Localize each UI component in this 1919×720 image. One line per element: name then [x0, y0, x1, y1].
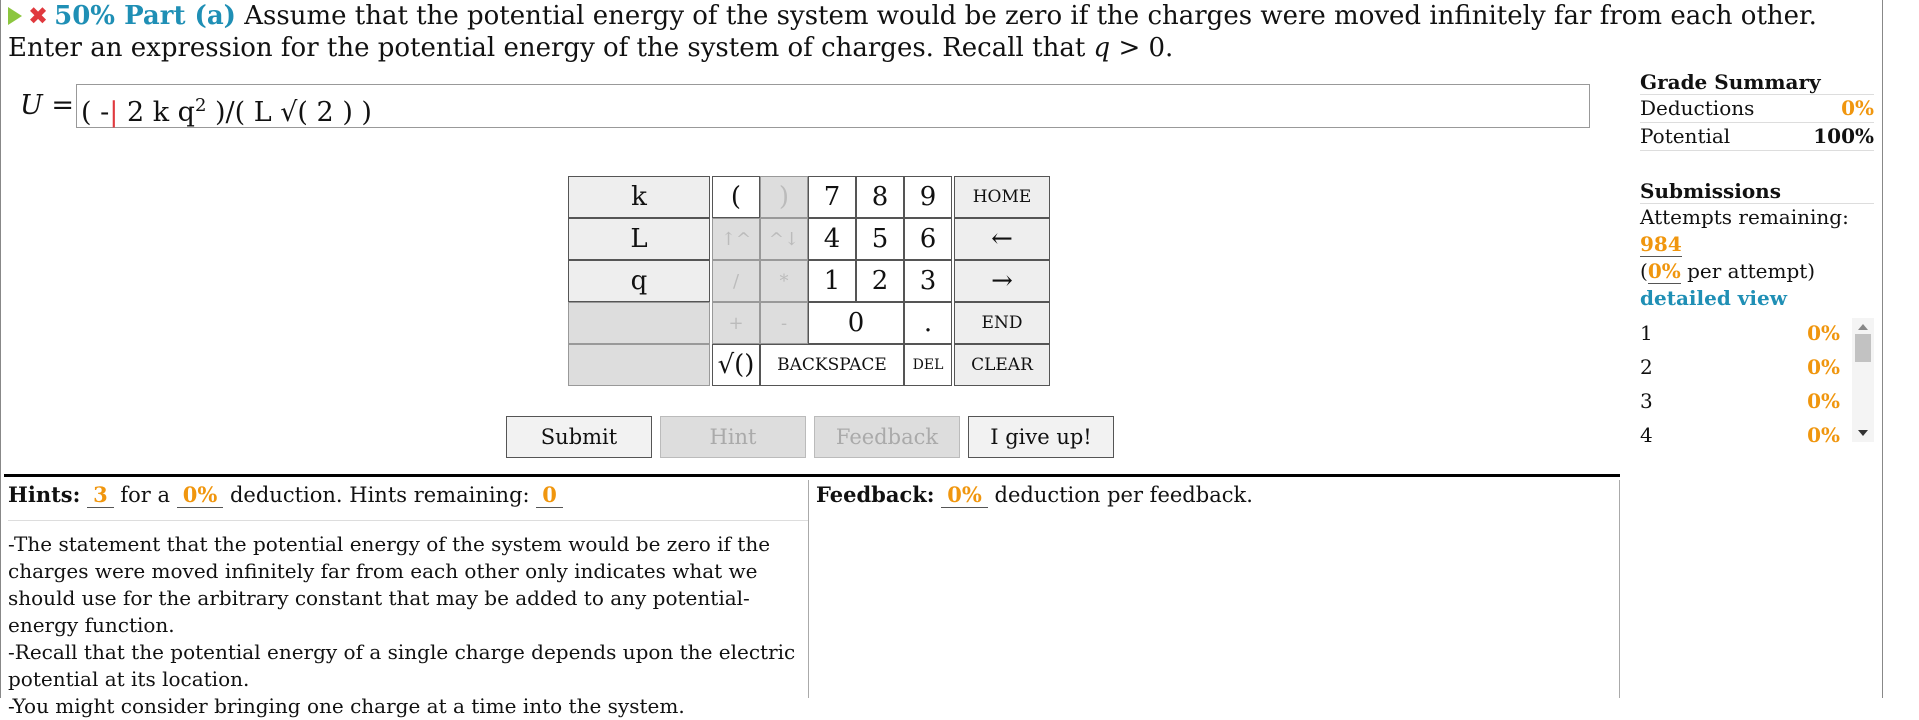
hint-item: -You might consider bringing one charge … — [8, 694, 685, 718]
feedback-button: Feedback — [814, 416, 960, 458]
scroll-thumb[interactable] — [1855, 334, 1871, 362]
hints-summary: Hints: 3 for a 0% deduction. Hints remai… — [8, 480, 808, 510]
key-L[interactable]: L — [568, 218, 710, 260]
key-right-arrow[interactable]: → — [954, 260, 1050, 302]
key-divide: / — [712, 260, 760, 302]
submit-button[interactable]: Submit — [506, 416, 652, 458]
key-minus: - — [760, 302, 808, 344]
key-left-arrow[interactable]: ← — [954, 218, 1050, 260]
key-plus: + — [712, 302, 760, 344]
submission-list: 1 0% 2 0% 3 0% 4 0% — [1640, 318, 1874, 447]
submission-row: 1 0% — [1640, 321, 1840, 345]
key-multiply: * — [760, 260, 808, 302]
answer-label: U = — [20, 90, 74, 121]
key-close-paren: ) — [760, 176, 808, 218]
key-5[interactable]: 5 — [856, 218, 904, 260]
detailed-view-link[interactable]: detailed view — [1640, 285, 1874, 312]
key-empty-2 — [568, 344, 710, 386]
hints-panel: Hints: 3 for a 0% deduction. Hints remai… — [8, 480, 809, 718]
deductions-row: Deductions 0% — [1640, 95, 1874, 123]
scroll-down-icon[interactable] — [1858, 430, 1868, 436]
submissions-title: Submissions — [1640, 179, 1874, 204]
key-6[interactable]: 6 — [904, 218, 952, 260]
play-icon[interactable] — [8, 7, 22, 25]
feedback-summary: Feedback: 0% deduction per feedback. — [816, 482, 1253, 508]
submission-row: 2 0% — [1640, 355, 1840, 379]
question-header: ✖ 50% Part (a) Assume that the potential … — [8, 0, 1888, 64]
feedback-panel: Feedback: 0% deduction per feedback. — [816, 480, 1620, 698]
key-0[interactable]: 0 — [808, 302, 904, 344]
key-3[interactable]: 3 — [904, 260, 952, 302]
section-divider — [4, 474, 1620, 477]
key-end[interactable]: END — [954, 302, 1050, 344]
key-9[interactable]: 9 — [904, 176, 952, 218]
key-up-arrow: ↑^ — [712, 218, 760, 260]
attempts-remaining: Attempts remaining: 984 — [1640, 205, 1849, 257]
answer-input[interactable]: ( -| 2 k q2 )/( L √( 2 ) ) — [76, 84, 1590, 128]
key-empty-1 — [568, 302, 710, 344]
hint-item: -Recall that the potential energy of a s… — [8, 640, 796, 691]
hint-button: Hint — [660, 416, 806, 458]
key-open-paren[interactable]: ( — [712, 176, 760, 218]
key-8[interactable]: 8 — [856, 176, 904, 218]
grade-summary-title: Grade Summary — [1640, 70, 1874, 95]
submission-row: 4 0% — [1640, 423, 1840, 447]
per-attempt: (0% per attempt) — [1640, 259, 1816, 284]
potential-row: Potential 100% — [1640, 123, 1874, 151]
key-2[interactable]: 2 — [856, 260, 904, 302]
key-backspace[interactable]: BACKSPACE — [760, 344, 904, 386]
submission-row: 3 0% — [1640, 389, 1840, 413]
hints-separator — [8, 520, 808, 521]
hints-list: -The statement that the potential energy… — [8, 531, 808, 720]
scroll-up-icon[interactable] — [1858, 324, 1868, 330]
key-4[interactable]: 4 — [808, 218, 856, 260]
submission-scrollbar[interactable] — [1852, 318, 1874, 442]
text-cursor: | — [109, 97, 119, 128]
give-up-button[interactable]: I give up! — [968, 416, 1114, 458]
key-del[interactable]: DEL — [904, 344, 952, 386]
key-dot[interactable]: . — [904, 302, 952, 344]
key-clear[interactable]: CLEAR — [954, 344, 1050, 386]
part-score: 50% Part (a) — [54, 1, 236, 31]
key-q[interactable]: q — [568, 260, 710, 302]
key-7[interactable]: 7 — [808, 176, 856, 218]
grade-sidebar: Grade Summary Deductions 0% Potential 100%… — [1640, 70, 1874, 447]
hint-item: -The statement that the potential energy… — [8, 532, 771, 637]
incorrect-icon: ✖ — [28, 2, 49, 30]
key-sqrt[interactable]: √() — [712, 344, 760, 386]
question-text: Assume that the potential energy of the … — [8, 1, 1817, 63]
key-1[interactable]: 1 — [808, 260, 856, 302]
key-k[interactable]: k — [568, 176, 710, 218]
key-home[interactable]: HOME — [954, 176, 1050, 218]
key-down-arrow: ^↓ — [760, 218, 808, 260]
